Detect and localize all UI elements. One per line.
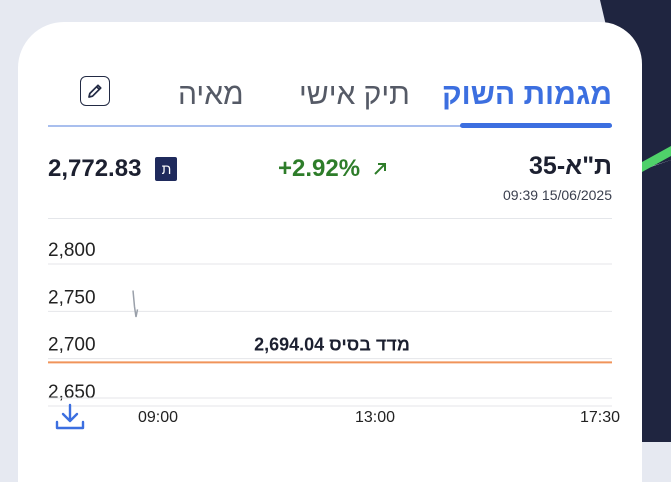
series-line xyxy=(132,290,139,318)
y-tick-label: 2,800 xyxy=(48,240,96,261)
y-tick-label: 2,750 xyxy=(48,287,96,308)
x-tick-label: 17:30 xyxy=(580,409,620,426)
index-chart: 2,800 2,750 2,700 2,650 מדד בסיס 2,694.04 09:… xyxy=(48,240,620,426)
market-card: מגמות השוק תיק אישי מאיה ת"א-35 09:39 15… xyxy=(18,22,642,482)
y-tick-label: 2,700 xyxy=(48,335,96,356)
y-tick-label: 2,650 xyxy=(48,382,96,403)
download-button[interactable] xyxy=(54,402,86,437)
x-tick-label: 09:00 xyxy=(138,409,178,426)
download-icon xyxy=(55,403,85,430)
x-tick-label: 13:00 xyxy=(355,409,395,426)
baseline-label: מדד בסיס 2,694.04 xyxy=(254,334,410,354)
